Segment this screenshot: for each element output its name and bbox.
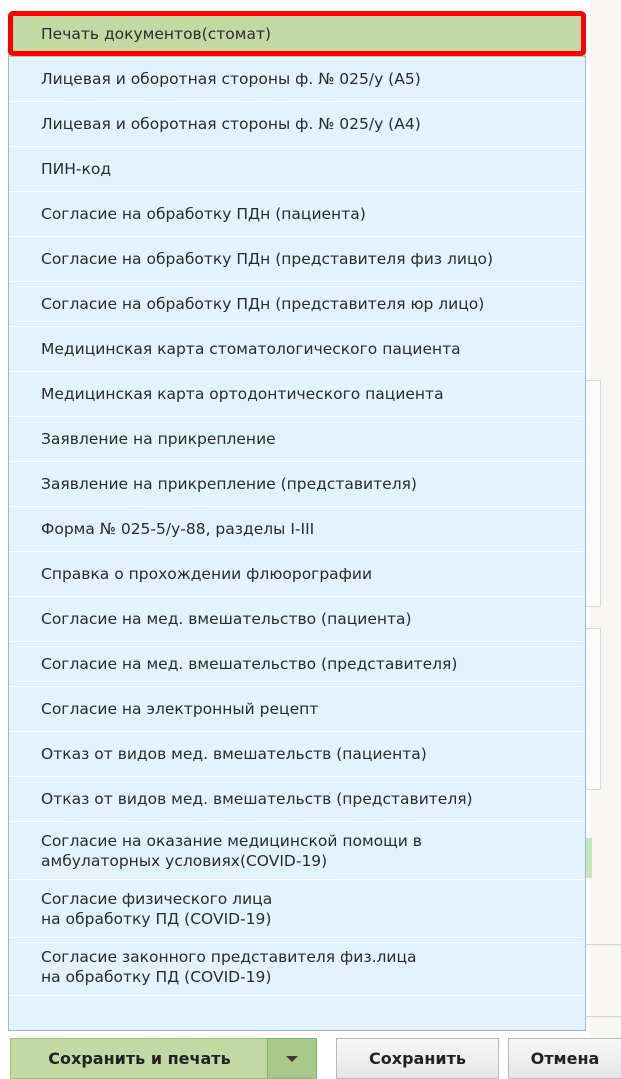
menu-item-label: Согласие на электронный рецепт: [41, 700, 319, 718]
menu-item-label: ПИН-код: [41, 160, 112, 178]
menu-item-consent-legal-representative-covid[interactable]: Согласие законного представителя физ.лиц…: [9, 938, 585, 996]
menu-item-label: Медицинская карта ортодонтического пацие…: [41, 385, 444, 403]
menu-item-refusal-intervention-patient[interactable]: Отказ от видов мед. вмешательств (пациен…: [9, 732, 585, 777]
menu-item-label: Согласие законного представителя физ.лиц…: [41, 947, 417, 986]
menu-item-form-025-a5[interactable]: Лицевая и оборотная стороны ф. № 025/у (…: [9, 57, 585, 102]
save-and-print-label: Сохранить и печать: [48, 1049, 231, 1068]
menu-item-label: Заявление на прикрепление: [41, 430, 276, 448]
background-panel: [586, 628, 601, 790]
menu-item-label: Согласие физического лица на обработку П…: [41, 889, 273, 928]
menu-item-label: Медицинская карта стоматологического пац…: [41, 340, 461, 358]
menu-item-consent-intervention-representative[interactable]: Согласие на мед. вмешательство (представ…: [9, 642, 585, 687]
menu-item-label: Заявление на прикрепление (представителя…: [41, 475, 417, 493]
menu-item-form-025-5[interactable]: Форма № 025-5/у-88, разделы I-III: [9, 507, 585, 552]
print-options-dropdown-button[interactable]: [267, 1038, 317, 1079]
menu-item-consent-intervention-patient[interactable]: Согласие на мед. вмешательство (пациента…: [9, 597, 585, 642]
menu-item-label: Справка о прохождении флюорографии: [41, 565, 373, 583]
background-panel: [586, 380, 601, 607]
menu-item-label: Отказ от видов мед. вмешательств (предст…: [41, 790, 473, 808]
menu-item-label: Отказ от видов мед. вмешательств (пациен…: [41, 745, 427, 763]
menu-item-label: Согласие на оказание медицинской помощи …: [41, 831, 422, 870]
menu-item-consent-pdn-representative-legal[interactable]: Согласие на обработку ПДн (представителя…: [9, 282, 585, 327]
menu-item-dental-patient-card[interactable]: Медицинская карта стоматологического пац…: [9, 327, 585, 372]
background-divider: [586, 1016, 621, 1017]
menu-item-print-documents-stomat[interactable]: Печать документов(стомат): [9, 15, 585, 57]
menu-item-consent-outpatient-covid[interactable]: Согласие на оказание медицинской помощи …: [9, 822, 585, 880]
print-documents-menu: Печать документов(стомат) Лицевая и обор…: [8, 14, 586, 1031]
menu-item-form-025-a4[interactable]: Лицевая и оборотная стороны ф. № 025/у (…: [9, 102, 585, 147]
cancel-label: Отмена: [530, 1049, 600, 1068]
menu-item-label: Согласие на обработку ПДн (представителя…: [41, 295, 485, 313]
save-button[interactable]: Сохранить: [336, 1038, 499, 1079]
menu-item-orthodontic-patient-card[interactable]: Медицинская карта ортодонтического пацие…: [9, 372, 585, 417]
menu-item-consent-pdn-representative-individual[interactable]: Согласие на обработку ПДн (представителя…: [9, 237, 585, 282]
save-and-print-button[interactable]: Сохранить и печать: [10, 1038, 268, 1079]
menu-item-label: Форма № 025-5/у-88, разделы I-III: [41, 520, 315, 538]
menu-item-label: Согласие на обработку ПДн (пациента): [41, 205, 366, 223]
menu-item-label: Лицевая и оборотная стороны ф. № 025/у (…: [41, 70, 421, 88]
background-accent: [586, 838, 592, 878]
chevron-down-icon: [286, 1055, 298, 1062]
menu-item-attachment-application-representative[interactable]: Заявление на прикрепление (представителя…: [9, 462, 585, 507]
save-label: Сохранить: [369, 1049, 466, 1068]
menu-item-attachment-application[interactable]: Заявление на прикрепление: [9, 417, 585, 462]
action-bar: Сохранить и печать Сохранить Отмена: [0, 1038, 621, 1079]
cancel-button[interactable]: Отмена: [508, 1038, 621, 1079]
menu-item-fluorography-certificate[interactable]: Справка о прохождении флюорографии: [9, 552, 585, 597]
menu-item-label: Печать документов(стомат): [41, 24, 272, 43]
menu-item-pin-code[interactable]: ПИН-код: [9, 147, 585, 192]
menu-item-label: Согласие на мед. вмешательство (представ…: [41, 655, 458, 673]
menu-item-consent-individual-covid[interactable]: Согласие физического лица на обработку П…: [9, 880, 585, 938]
menu-item-label: Согласие на мед. вмешательство (пациента…: [41, 610, 412, 628]
background-divider: [586, 944, 621, 945]
menu-item-consent-e-prescription[interactable]: Согласие на электронный рецепт: [9, 687, 585, 732]
menu-item-refusal-intervention-representative[interactable]: Отказ от видов мед. вмешательств (предст…: [9, 777, 585, 822]
menu-item-label: Лицевая и оборотная стороны ф. № 025/у (…: [41, 115, 421, 133]
menu-item-label: Согласие на обработку ПДн (представителя…: [41, 250, 494, 268]
print-menu-screen: Печать документов(стомат) Лицевая и обор…: [0, 0, 621, 1079]
menu-item-consent-pdn-patient[interactable]: Согласие на обработку ПДн (пациента): [9, 192, 585, 237]
